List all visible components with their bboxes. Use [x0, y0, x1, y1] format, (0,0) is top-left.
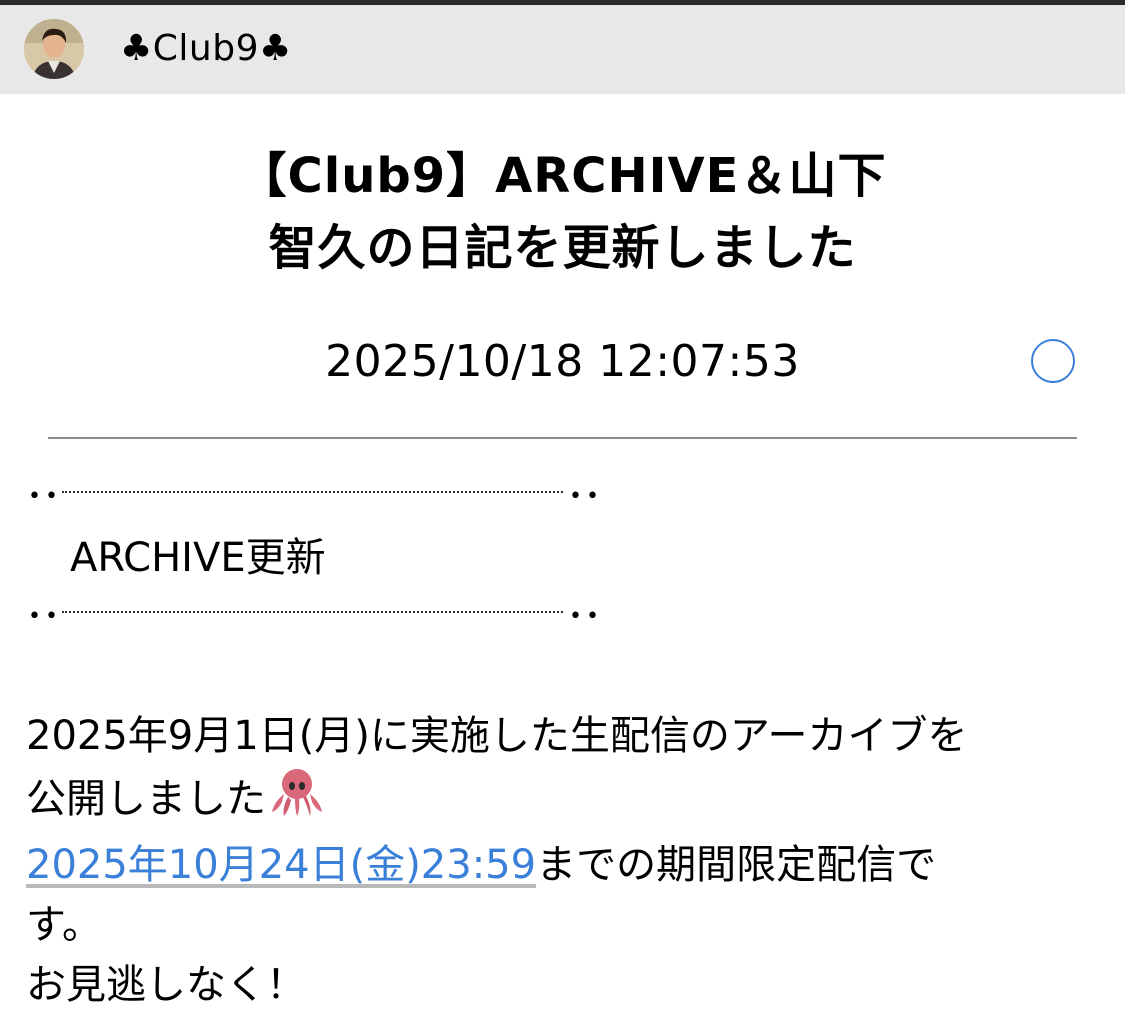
- dotted-separator-top: •• ••: [28, 484, 603, 509]
- divider: [48, 437, 1077, 439]
- bullet-dots: ••: [569, 484, 603, 509]
- post-title-line: 【Club9】ARCHIVE＆山下: [238, 148, 887, 204]
- post-body: 2025年9月1日(月)に実施した生配信のアーカイブを 公開しました 2025年…: [26, 706, 1101, 1015]
- deadline-link[interactable]: 2025年10月24日(金)23:59: [26, 842, 536, 888]
- section-label: ARCHIVE更新: [70, 535, 326, 581]
- dotted-separator-bottom: •• ••: [28, 604, 603, 629]
- bullet-dots: ••: [569, 604, 603, 629]
- post-title: 【Club9】ARCHIVE＆山下 智久の日記を更新しました: [100, 140, 1025, 284]
- avatar[interactable]: [24, 19, 84, 79]
- octopus-icon: [268, 766, 326, 835]
- post-title-line: 智久の日記を更新しました: [268, 220, 857, 276]
- dotted-line: [62, 491, 563, 493]
- club-name: ♣Club9♣: [120, 28, 292, 69]
- body-line: す。: [26, 902, 102, 948]
- post-datetime: 2025/10/18 12:07:53: [325, 336, 800, 387]
- bullet-dots: ••: [28, 484, 62, 509]
- dotted-line: [62, 611, 563, 613]
- bullet-dots: ••: [28, 604, 62, 629]
- body-line: 2025年9月1日(月)に実施した生配信のアーカイブを: [26, 713, 968, 759]
- body-text-segment: までの期間限定配信で: [536, 842, 937, 888]
- app-header: ♣Club9♣: [0, 5, 1125, 94]
- circle-outline-icon[interactable]: [1031, 339, 1075, 383]
- body-line: 2025年10月24日(金)23:59までの期間限定配信で: [26, 835, 1101, 895]
- body-line: お見逃しなく！: [26, 962, 306, 1008]
- body-line: 公開しました: [26, 766, 1101, 835]
- body-text-segment: 公開しました: [26, 776, 266, 822]
